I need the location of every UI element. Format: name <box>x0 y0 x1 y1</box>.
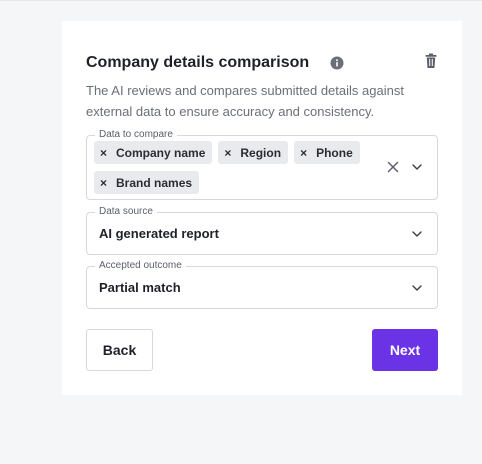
next-button[interactable]: Next <box>372 329 438 371</box>
chip-label: Region <box>240 145 282 160</box>
chip-remove-icon[interactable]: × <box>100 176 107 190</box>
chip-remove-icon[interactable]: × <box>224 146 231 160</box>
chip-remove-icon[interactable]: × <box>300 146 307 160</box>
card-title: Company details comparison <box>86 54 310 71</box>
chevron-down-icon[interactable] <box>412 285 422 291</box>
chip-company-name: × Company name <box>94 141 213 164</box>
accepted-outcome-label: Accepted outcome <box>95 259 186 273</box>
back-button[interactable]: Back <box>86 329 153 371</box>
chip-label: Phone <box>316 145 353 160</box>
comparison-card: Company details comparison The AI review… <box>62 21 462 395</box>
chip-region: × Region <box>218 141 289 164</box>
data-to-compare-select[interactable]: Data to compare × Company name × Region … <box>86 128 438 201</box>
close-icon[interactable] <box>387 161 399 173</box>
accepted-outcome-select[interactable]: Accepted outcome Partial match <box>86 259 438 309</box>
selected-chips: × Company name × Region × Phone × Brand … <box>94 141 374 201</box>
data-source-select[interactable]: Data source AI generated report <box>86 205 438 255</box>
chip-label: Company name <box>116 145 206 160</box>
chip-phone: × Phone <box>294 141 360 164</box>
info-icon[interactable] <box>330 56 344 70</box>
trash-icon[interactable] <box>424 53 438 69</box>
accepted-outcome-value: Partial match <box>99 280 181 295</box>
chip-brand-names: × Brand names <box>94 171 200 194</box>
chevron-down-icon[interactable] <box>412 231 422 237</box>
data-to-compare-label: Data to compare <box>95 128 177 142</box>
chip-label: Brand names <box>116 175 193 190</box>
top-divider <box>0 0 482 1</box>
data-source-label: Data source <box>95 205 157 219</box>
chevron-down-icon[interactable] <box>412 164 422 170</box>
chip-remove-icon[interactable]: × <box>100 146 107 160</box>
card-description: The AI reviews and compares submitted de… <box>86 83 404 119</box>
card-header: Company details comparison <box>86 52 438 74</box>
data-source-value: AI generated report <box>99 226 219 241</box>
